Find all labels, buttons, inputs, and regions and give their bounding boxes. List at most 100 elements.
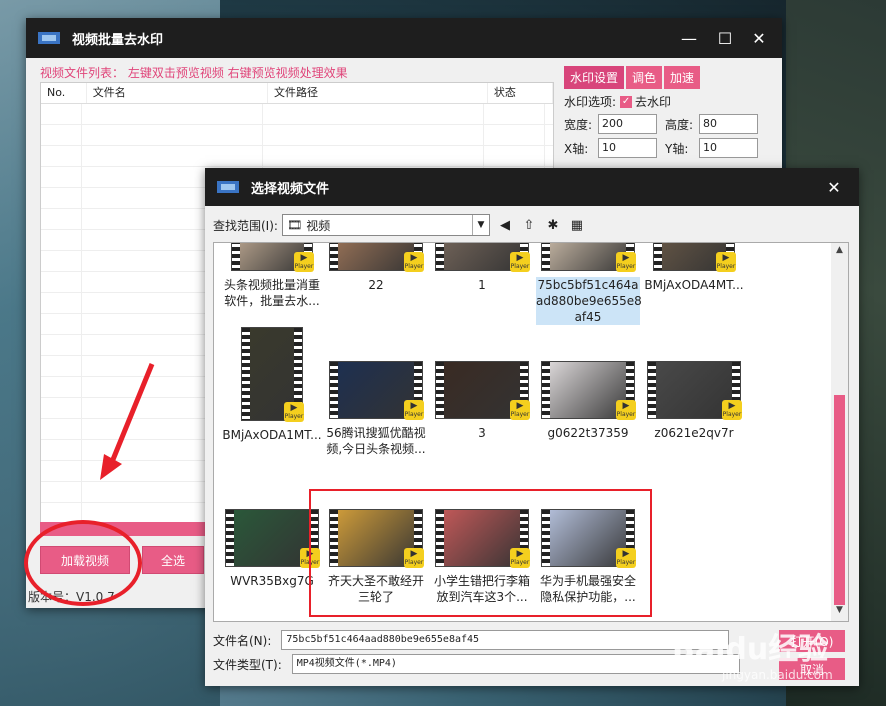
remove-watermark-label: 去水印 (635, 95, 672, 109)
play-icon: ▶ (722, 253, 730, 263)
video-thumbnail: ▶ Player (241, 327, 304, 422)
filename-label: 文件名(N): (213, 633, 272, 648)
play-icon: ▶ (516, 253, 524, 263)
main-titlebar[interactable]: 视频批量去水印 — ☐ ✕ (26, 18, 782, 58)
view-menu-icon[interactable]: ▦ (568, 216, 586, 234)
scroll-down-icon[interactable]: ▼ (831, 605, 848, 619)
player-badge-label: Player (404, 263, 424, 270)
filetype-value: MP4视频文件(*.MP4) (296, 658, 397, 669)
table-cell (41, 356, 82, 376)
player-badge-icon: ▶ Player (510, 252, 530, 272)
file-item[interactable]: ▶ Player 75bc5bf51c464a ad880be9e655e8 af45 (536, 243, 642, 325)
size-row: 宽度: 200 高度: 80 (564, 114, 774, 134)
video-thumbnail: ▶ Player (647, 361, 742, 420)
table-cell (41, 167, 82, 187)
remove-watermark-checkbox[interactable]: ✓ (620, 95, 633, 108)
height-input[interactable]: 80 (699, 114, 758, 134)
video-thumbnail: ▶ Player (225, 509, 320, 568)
file-item[interactable]: ▶ Player BMjAxODA1MT... (220, 327, 324, 443)
film-strip (542, 243, 550, 270)
scroll-thumb[interactable] (834, 395, 845, 605)
player-badge-label: Player (404, 411, 424, 418)
file-item[interactable]: ▶ Player BMjAxODA4MT... (642, 243, 746, 293)
table-cell (263, 146, 484, 166)
file-item[interactable]: ▶ Player 22 (324, 243, 428, 293)
folder-film-icon: 🎞 (286, 218, 303, 232)
video-thumbnail: ▶ Player (541, 361, 636, 420)
tab-color[interactable]: 调色 (626, 66, 663, 89)
option-label: 水印选项: (564, 95, 617, 109)
dialog-logo-icon (217, 181, 239, 193)
table-cell (82, 104, 263, 124)
baidu-watermark: Baidu经验 (672, 632, 829, 667)
back-icon[interactable]: ◀ (496, 216, 514, 234)
col-filepath[interactable]: 文件路径 (268, 83, 488, 103)
up-folder-icon[interactable]: ⇧ (520, 216, 538, 234)
tab-watermark[interactable]: 水印设置 (564, 66, 625, 89)
new-folder-icon[interactable]: ✱ (544, 216, 562, 234)
y-label: Y轴: (665, 141, 689, 156)
player-badge-icon: ▶ Player (510, 400, 530, 420)
video-thumbnail: ▶ Player (541, 243, 636, 272)
table-cell (41, 419, 82, 439)
table-cell (41, 188, 82, 208)
film-strip (226, 510, 234, 566)
table-row[interactable] (41, 125, 553, 146)
file-item[interactable]: ▶ Player 1 (430, 243, 534, 293)
player-badge-icon: ▶ Player (722, 400, 742, 420)
maximize-icon[interactable]: ☐ (708, 18, 742, 58)
baidu-watermark-url: jingyan.baidu.com (722, 668, 833, 682)
vertical-scrollbar[interactable]: ▲ ▼ (831, 243, 848, 621)
table-cell (41, 293, 82, 313)
film-strip (330, 362, 338, 418)
height-label: 高度: (665, 117, 694, 132)
file-item-label: BMjAxODA1MT... (222, 428, 322, 442)
scroll-up-icon[interactable]: ▲ (831, 245, 848, 259)
file-item[interactable]: ▶ Player 头条视频批量消重 软件，批量去水... (220, 243, 324, 309)
table-cell (41, 482, 82, 502)
play-icon: ▶ (622, 401, 630, 411)
close-icon[interactable]: ✕ (742, 18, 776, 58)
file-item[interactable]: ▶ Player 56腾讯搜狐优酷视 频,今日头条视频... (324, 361, 428, 457)
filetype-row: 文件类型(T): MP4视频文件(*.MP4) (213, 654, 740, 674)
table-cell (484, 125, 545, 145)
chevron-down-icon[interactable]: ▼ (471, 215, 489, 235)
select-all-button[interactable]: 全选 (142, 546, 204, 574)
film-strip (436, 243, 444, 270)
dialog-close-icon[interactable]: ✕ (817, 168, 851, 206)
dialog-titlebar[interactable]: 选择视频文件 ✕ (205, 168, 859, 206)
player-badge-label: Player (616, 411, 636, 418)
file-item[interactable]: ▶ Player g0622t37359 (536, 361, 640, 441)
main-title: 视频批量去水印 (72, 32, 164, 48)
film-strip (654, 243, 662, 270)
file-item-label: 75bc5bf51c464a ad880be9e655e8 af45 (536, 277, 642, 325)
table-cell (484, 146, 545, 166)
file-item[interactable]: ▶ Player 3 (430, 361, 534, 441)
table-cell (41, 377, 82, 397)
app-logo-icon (38, 32, 60, 44)
video-thumbnail: ▶ Player (231, 243, 314, 272)
table-row[interactable] (41, 146, 553, 167)
player-badge-icon: ▶ Player (284, 402, 304, 422)
filename-input[interactable]: 75bc5bf51c464aad880be9e655e8af45 (281, 630, 730, 650)
video-thumbnail: ▶ Player (329, 243, 424, 272)
player-badge-icon: ▶ Player (404, 252, 424, 272)
width-input[interactable]: 200 (598, 114, 657, 134)
col-filename[interactable]: 文件名 (87, 83, 268, 103)
table-cell (82, 125, 263, 145)
file-item[interactable]: ▶ Player z0621e2qv7r (642, 361, 746, 441)
minimize-icon[interactable]: — (672, 18, 706, 58)
film-strip (436, 362, 444, 418)
col-no[interactable]: No. (41, 83, 87, 103)
player-badge-icon: ▶ Player (616, 400, 636, 420)
table-cell (41, 209, 82, 229)
col-status[interactable]: 状态 (488, 83, 553, 103)
look-in-combo[interactable]: 🎞 视频 ▼ (281, 214, 490, 236)
position-row: X轴: 10 Y轴: 10 (564, 138, 774, 158)
y-input[interactable]: 10 (699, 138, 758, 158)
x-input[interactable]: 10 (598, 138, 657, 158)
file-item-label: 22 (368, 278, 384, 292)
play-icon: ▶ (410, 401, 418, 411)
tab-speed[interactable]: 加速 (664, 66, 701, 89)
table-row[interactable] (41, 104, 553, 125)
